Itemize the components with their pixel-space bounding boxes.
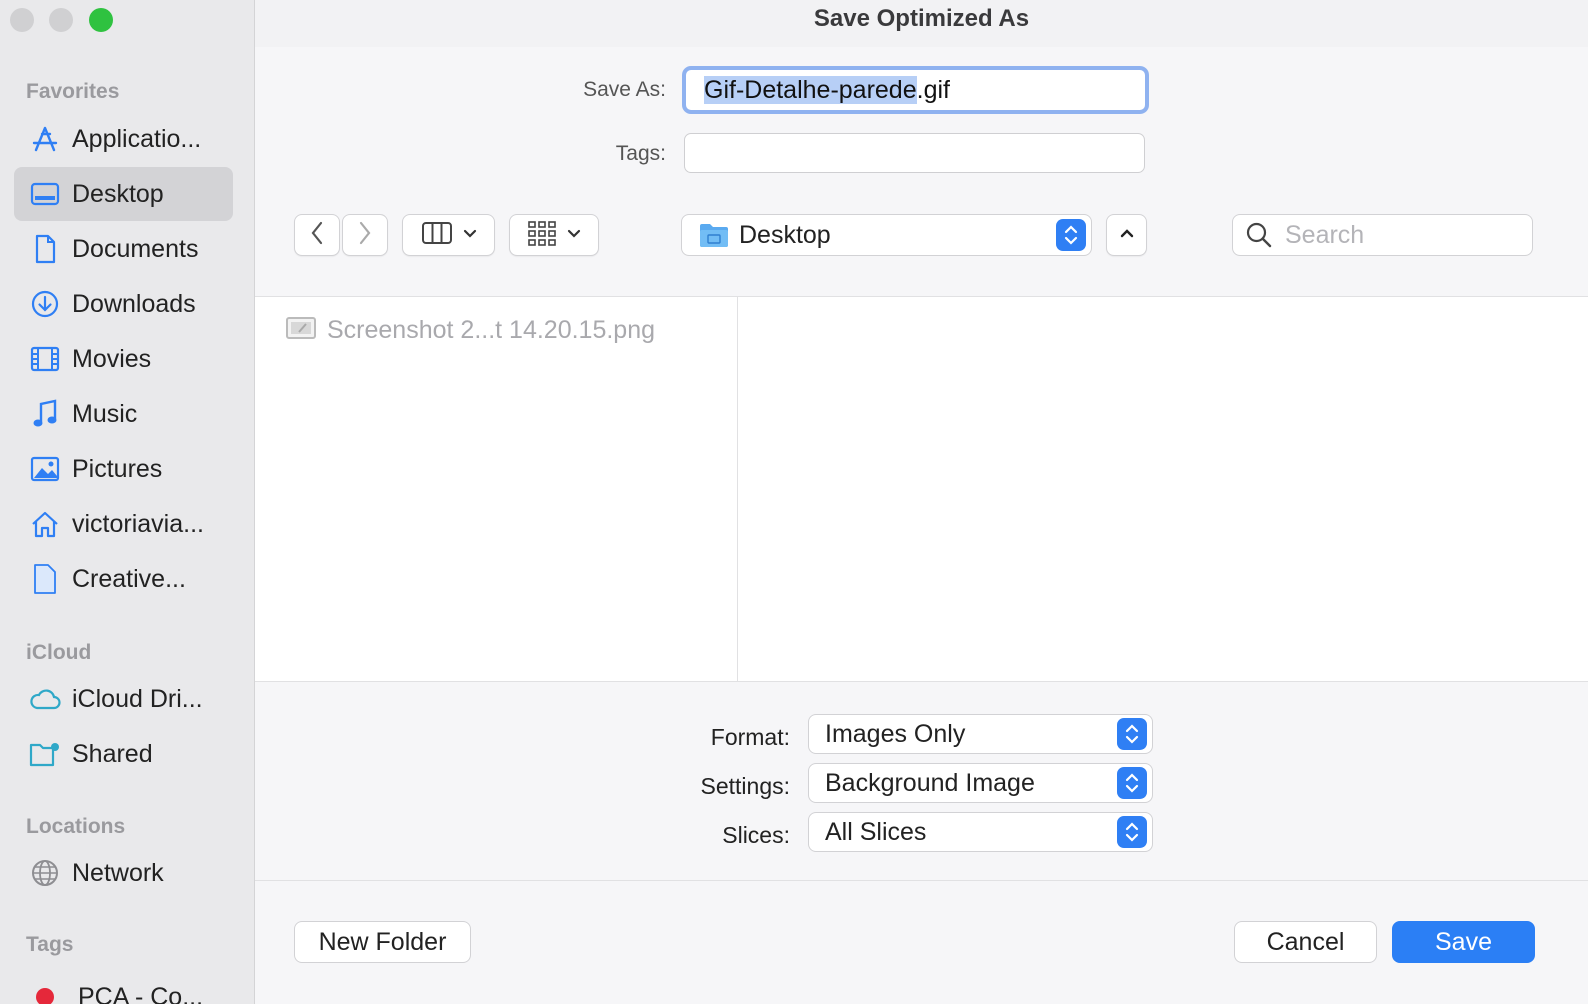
home-icon <box>28 507 62 541</box>
filename-selected-text: Gif-Detalhe-parede <box>704 76 917 104</box>
group-view-button[interactable] <box>509 214 599 256</box>
format-value: Images Only <box>825 719 966 748</box>
columns-icon <box>421 221 453 250</box>
image-file-icon <box>285 315 317 346</box>
search-icon <box>1245 221 1273 249</box>
shared-folder-icon <box>28 737 62 771</box>
save-as-label: Save As: <box>583 78 666 101</box>
sidebar-item-desktop[interactable]: Desktop <box>14 167 233 221</box>
sidebar-section-favorites: Favorites <box>26 80 120 103</box>
sidebar-item-label: Pictures <box>72 454 163 483</box>
format-label: Format: <box>710 724 790 750</box>
desktop-icon <box>28 177 62 211</box>
downloads-icon <box>28 287 62 321</box>
sidebar-item-label: Documents <box>72 234 199 263</box>
sidebar-item-label: Applicatio... <box>72 124 202 153</box>
chevron-left-icon <box>310 221 324 250</box>
file-item: Screenshot 2...t 14.20.15.png <box>285 315 655 346</box>
sidebar: Favorites Applicatio... Desktop Document… <box>0 0 255 1004</box>
file-name: Screenshot 2...t 14.20.15.png <box>327 316 656 344</box>
sidebar-section-icloud: iCloud <box>26 641 92 664</box>
sidebar-item-icloud-drive[interactable]: iCloud Dri... <box>14 672 233 726</box>
location-popup[interactable]: Desktop <box>681 214 1092 256</box>
settings-popup[interactable]: Background Image <box>808 763 1153 803</box>
sidebar-item-label: Downloads <box>72 289 196 318</box>
film-icon <box>28 342 62 376</box>
slices-value: All Slices <box>825 817 927 846</box>
filename-extension: .gif <box>916 76 950 104</box>
sidebar-item-home[interactable]: victoriavia... <box>14 497 233 551</box>
window-title: Save Optimized As <box>813 5 1030 32</box>
slices-label: Slices: <box>722 822 790 848</box>
sidebar-item-label: Desktop <box>72 179 164 208</box>
sidebar-item-creative[interactable]: Creative... <box>14 552 233 606</box>
column-divider[interactable] <box>737 297 738 681</box>
tags-label: Tags: <box>615 142 666 165</box>
file-browser: Screenshot 2...t 14.20.15.png <box>255 296 1588 682</box>
column-view-button[interactable] <box>402 214 495 256</box>
sidebar-item-documents[interactable]: Documents <box>14 222 233 276</box>
sidebar-item-downloads[interactable]: Downloads <box>14 277 233 331</box>
save-dialog-window: Favorites Applicatio... Desktop Document… <box>0 0 1588 1004</box>
sidebar-item-label: Shared <box>72 739 153 768</box>
search-field[interactable]: Search <box>1232 214 1533 256</box>
sidebar-item-label: victoriavia... <box>72 509 204 538</box>
minimize-window-button[interactable] <box>49 8 73 32</box>
sidebar-section-locations: Locations <box>26 815 126 838</box>
settings-value: Background Image <box>825 768 1035 797</box>
sidebar-item-shared[interactable]: Shared <box>14 727 233 781</box>
save-button[interactable]: Save <box>1392 921 1535 963</box>
document-icon <box>28 232 62 266</box>
sidebar-item-label: PCA - Co... <box>78 982 204 1004</box>
up-down-chevron-icon <box>1056 219 1086 251</box>
folder-icon <box>699 222 729 248</box>
chevron-down-icon <box>463 226 477 244</box>
sidebar-item-label: Network <box>72 858 164 887</box>
photo-icon <box>28 452 62 486</box>
close-window-button[interactable] <box>10 8 34 32</box>
sidebar-item-applications[interactable]: Applicatio... <box>14 112 233 166</box>
forward-button[interactable] <box>342 214 388 256</box>
format-popup[interactable]: Images Only <box>808 714 1153 754</box>
new-folder-button[interactable]: New Folder <box>294 921 471 963</box>
chevron-right-icon <box>358 221 372 250</box>
expand-collapse-button[interactable] <box>1106 214 1147 256</box>
tag-color-dot <box>36 988 54 1004</box>
tags-field[interactable] <box>684 133 1145 173</box>
sidebar-item-label: Movies <box>72 344 152 373</box>
chevron-up-icon <box>1119 226 1135 244</box>
file-icon <box>28 562 62 596</box>
sidebar-item-label: Creative... <box>72 564 186 593</box>
up-down-chevron-icon <box>1117 767 1147 799</box>
search-placeholder: Search <box>1285 220 1365 249</box>
applications-icon <box>28 122 62 156</box>
sidebar-item-tag[interactable]: PCA - Co... <box>14 960 233 1004</box>
save-as-field[interactable]: Gif-Detalhe-parede.gif <box>682 66 1149 114</box>
location-name: Desktop <box>739 220 831 249</box>
sidebar-item-music[interactable]: Music <box>14 387 233 441</box>
sidebar-item-movies[interactable]: Movies <box>14 332 233 386</box>
up-down-chevron-icon <box>1117 816 1147 848</box>
cancel-button[interactable]: Cancel <box>1234 921 1377 963</box>
chevron-down-icon <box>567 226 581 244</box>
sidebar-item-pictures[interactable]: Pictures <box>14 442 233 496</box>
sidebar-item-network[interactable]: Network <box>14 846 233 900</box>
settings-label: Settings: <box>700 773 791 799</box>
title-bar: Save Optimized As <box>255 0 1588 47</box>
sidebar-section-tags: Tags <box>26 933 74 956</box>
globe-icon <box>28 856 62 890</box>
cloud-icon <box>28 682 62 716</box>
up-down-chevron-icon <box>1117 718 1147 750</box>
slices-popup[interactable]: All Slices <box>808 812 1153 852</box>
sidebar-item-label: Music <box>72 399 138 428</box>
back-button[interactable] <box>294 214 340 256</box>
zoom-window-button[interactable] <box>89 8 113 32</box>
music-note-icon <box>28 397 62 431</box>
sidebar-item-label: iCloud Dri... <box>72 684 203 713</box>
grid-icon <box>527 220 557 251</box>
